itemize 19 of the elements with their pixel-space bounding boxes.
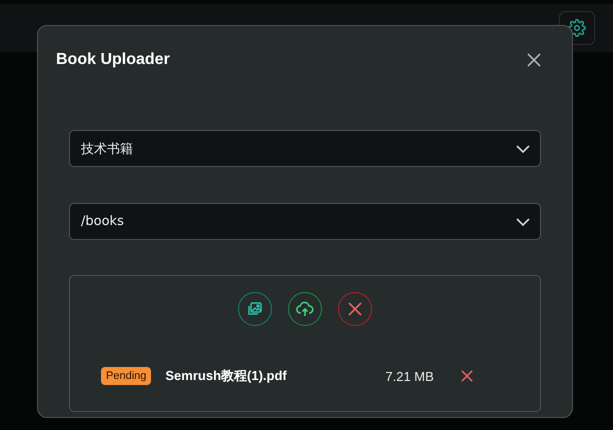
status-badge: Pending (101, 367, 152, 385)
file-size: 7.21 MB (385, 368, 435, 384)
upload-button[interactable] (288, 292, 322, 326)
close-icon (461, 370, 474, 382)
images-icon (247, 301, 263, 317)
add-images-button[interactable] (238, 292, 272, 326)
path-select[interactable]: /books (69, 203, 541, 240)
cloud-upload-icon (296, 301, 314, 317)
chevron-down-icon (516, 218, 530, 226)
close-icon (348, 302, 362, 316)
settings-icon (568, 19, 586, 37)
close-button[interactable] (527, 53, 541, 67)
dialog-title: Book Uploader (56, 51, 170, 69)
file-name: Semrush教程(1).pdf (165, 367, 288, 385)
clear-button[interactable] (338, 292, 372, 326)
chevron-down-icon (516, 144, 530, 152)
remove-file-button[interactable] (461, 370, 474, 382)
close-icon (527, 53, 541, 67)
category-select[interactable]: 技术书籍 (69, 130, 541, 167)
